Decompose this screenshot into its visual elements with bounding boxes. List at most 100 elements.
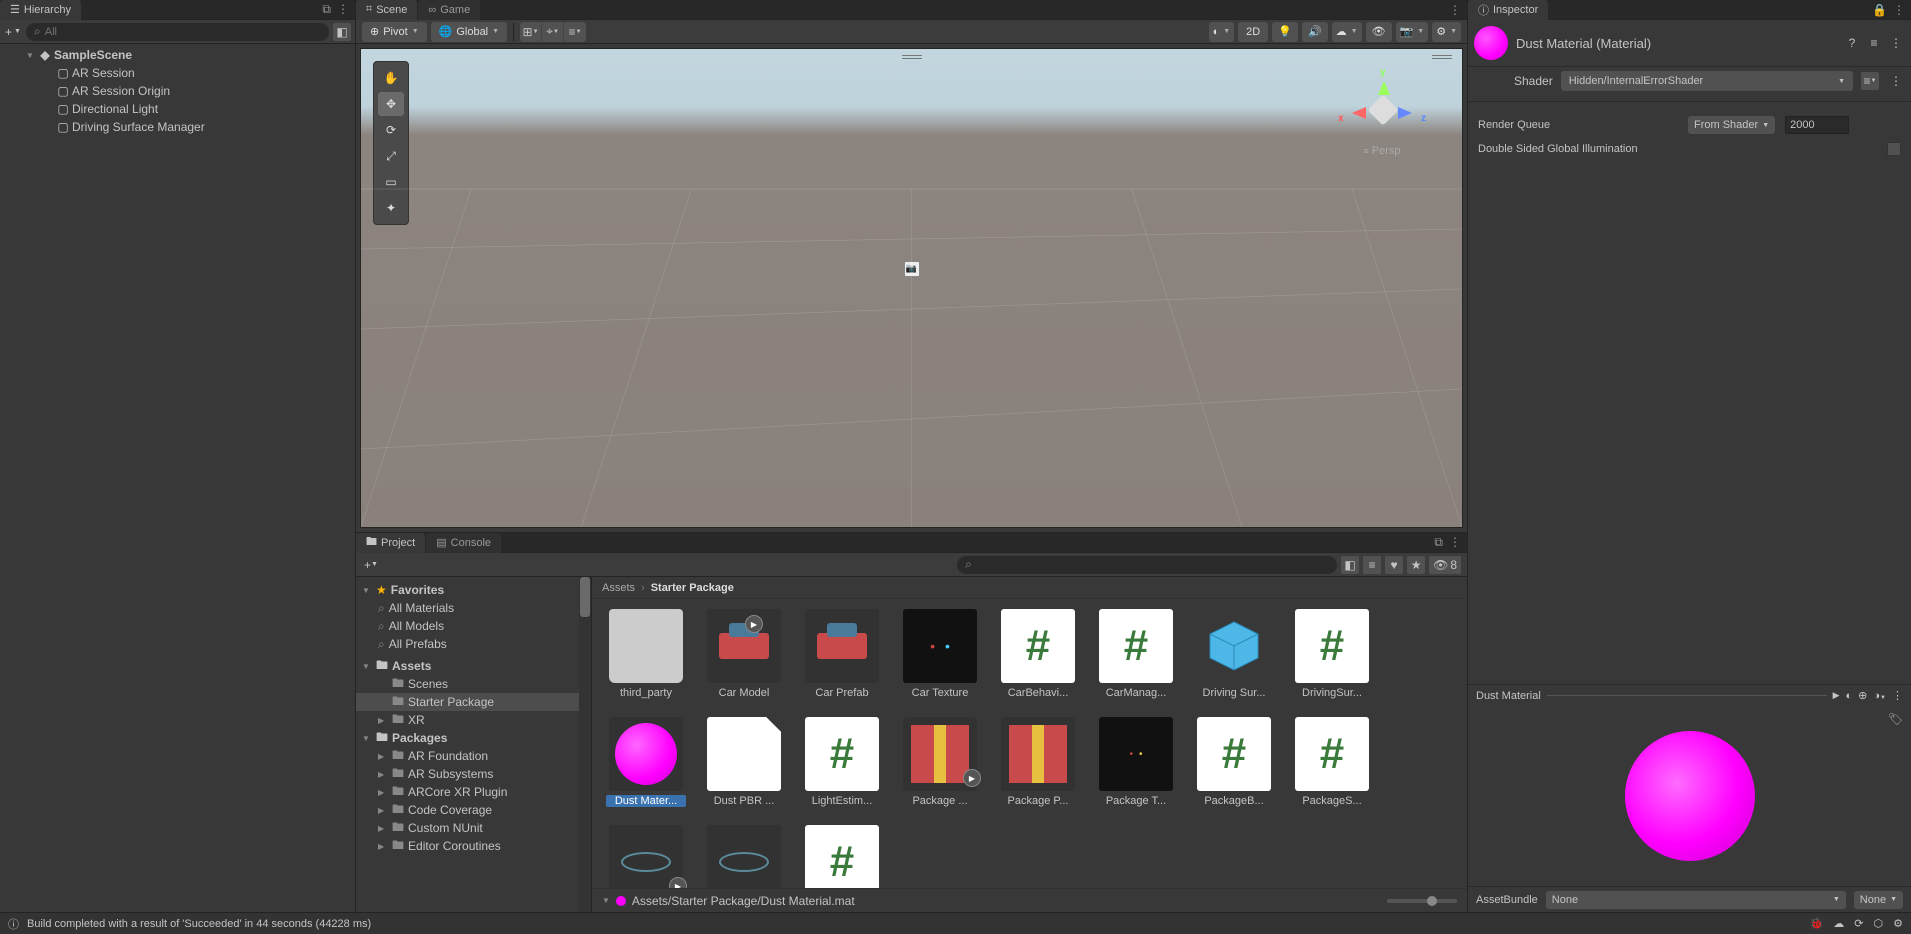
chevron-right-icon[interactable]: ▶: [378, 824, 388, 833]
shading-icon[interactable]: ◑▼: [1873, 690, 1886, 702]
popout-icon[interactable]: ⧉: [1434, 535, 1443, 550]
camera-toggle[interactable]: 📷▼: [1396, 22, 1429, 42]
asset-item[interactable]: #DrivingSur...: [1292, 609, 1372, 699]
status-icon[interactable]: 🐞: [1810, 917, 1824, 930]
snap-toggle[interactable]: ⌖▼: [542, 22, 564, 42]
more-icon[interactable]: ⋮: [1892, 689, 1903, 702]
tree-item[interactable]: 🖿Scenes: [356, 675, 591, 693]
asset-item[interactable]: Reticle Pre...: [704, 825, 784, 888]
gizmo-toggle[interactable]: ⚙▼: [1432, 22, 1461, 42]
project-search[interactable]: ⌕: [957, 556, 1337, 574]
preset-icon[interactable]: ≡: [1865, 34, 1883, 52]
scrollbar[interactable]: [579, 577, 591, 912]
favorite-item[interactable]: ⌕All Models: [356, 617, 591, 635]
asset-item[interactable]: #CarManag...: [1096, 609, 1176, 699]
projection-label[interactable]: ≡ Persp: [1342, 145, 1422, 157]
hidden-count[interactable]: 👁8: [1429, 556, 1461, 574]
scene-row[interactable]: ▼ ◆ SampleScene: [0, 46, 355, 64]
scene-tab[interactable]: ⌗ Scene: [356, 0, 417, 20]
favorite-search-icon[interactable]: ♥: [1385, 556, 1403, 574]
search-by-type[interactable]: ◧: [1341, 556, 1359, 574]
tree-item[interactable]: ▶🖿Editor Coroutines: [356, 837, 591, 855]
transform-tool[interactable]: ✦: [378, 196, 404, 220]
hand-tool[interactable]: ✋: [378, 66, 404, 90]
chevron-down-icon[interactable]: ▼: [602, 896, 610, 905]
scene-camera-icon[interactable]: 📷: [904, 261, 920, 277]
add-button[interactable]: + ▼: [362, 556, 380, 574]
add-button[interactable]: + ▼: [4, 23, 22, 41]
asset-item[interactable]: #PackageB...: [1194, 717, 1274, 807]
asset-item[interactable]: ▶Car Model: [704, 609, 784, 699]
chevron-down-icon[interactable]: ▼: [24, 51, 36, 60]
assetbundle-variant-dropdown[interactable]: None ▼: [1854, 891, 1903, 909]
drag-handle-icon[interactable]: [1432, 55, 1452, 59]
more-icon[interactable]: ⋮: [1893, 3, 1905, 17]
more-icon[interactable]: ⋮: [337, 2, 349, 17]
asset-item[interactable]: ••Car Texture: [900, 609, 980, 699]
increment-snap[interactable]: ≡▼: [564, 22, 586, 42]
tree-item[interactable]: ▶🖿Custom NUnit: [356, 819, 591, 837]
tree-item[interactable]: ▶🖿ARCore XR Plugin: [356, 783, 591, 801]
slider-handle[interactable]: [1427, 896, 1437, 906]
star-icon[interactable]: ★: [1407, 556, 1425, 574]
search-by-label[interactable]: ≡: [1363, 556, 1381, 574]
game-tab[interactable]: ∞ Game: [418, 0, 480, 20]
scene-view[interactable]: ✋ ✥ ⟳ ⤢ ▭ ✦ x y z ≡ Persp 📷: [360, 48, 1463, 528]
orientation-gizmo[interactable]: x y z ≡ Persp: [1342, 79, 1422, 157]
breadcrumb-current[interactable]: Starter Package: [651, 582, 734, 594]
asset-item[interactable]: ••Package T...: [1096, 717, 1176, 807]
asset-item[interactable]: #LightEstim...: [802, 717, 882, 807]
filter-icon[interactable]: ◧: [333, 23, 351, 41]
status-icon[interactable]: ☁: [1833, 917, 1844, 930]
asset-item[interactable]: third_party: [606, 609, 686, 699]
project-tree[interactable]: ▼ ★ Favorites ⌕All Materials⌕All Models⌕…: [356, 577, 592, 912]
pivot-dropdown[interactable]: ⊕ Pivot ▼: [362, 22, 427, 42]
chevron-right-icon[interactable]: ▶: [378, 770, 388, 779]
render-queue-input[interactable]: [1785, 116, 1849, 134]
chevron-right-icon[interactable]: ▶: [378, 716, 388, 725]
help-icon[interactable]: ?: [1843, 34, 1861, 52]
rotate-tool[interactable]: ⟳: [378, 118, 404, 142]
move-tool[interactable]: ✥: [378, 92, 404, 116]
lock-icon[interactable]: 🔒: [1872, 3, 1887, 17]
asset-item[interactable]: Dust PBR ...: [704, 717, 784, 807]
popout-icon[interactable]: ⧉: [322, 2, 331, 17]
favorites-section[interactable]: ▼ ★ Favorites: [356, 581, 591, 599]
favorite-item[interactable]: ⌕All Prefabs: [356, 635, 591, 653]
shader-menu-icon[interactable]: ≡▼: [1861, 72, 1879, 90]
asset-item[interactable]: Dust Mater...: [606, 717, 686, 807]
hierarchy-item[interactable]: ▢Driving Surface Manager: [0, 118, 355, 136]
asset-item[interactable]: Package P...: [998, 717, 1078, 807]
project-search-input[interactable]: [976, 559, 1329, 571]
scale-tool[interactable]: ⤢: [378, 144, 404, 168]
shading-mode[interactable]: ◐▼: [1209, 22, 1235, 42]
sphere-icon[interactable]: ◐: [1846, 690, 1853, 702]
inspector-tab[interactable]: ⓘ Inspector: [1468, 0, 1548, 20]
favorite-item[interactable]: ⌕All Materials: [356, 599, 591, 617]
zoom-slider[interactable]: [1387, 899, 1457, 903]
console-tab[interactable]: ▤ Console: [426, 533, 501, 553]
project-tab[interactable]: 🖿 Project: [356, 533, 425, 553]
hierarchy-list[interactable]: ▼ ◆ SampleScene ▢AR Session▢AR Session O…: [0, 44, 355, 912]
dsgi-checkbox[interactable]: [1887, 142, 1901, 156]
packages-section[interactable]: ▼ 🖿 Packages: [356, 729, 591, 747]
asset-item[interactable]: ▶Reticle Mo...: [606, 825, 686, 888]
tag-icon[interactable]: 🏷: [1888, 712, 1903, 726]
chevron-right-icon[interactable]: ▶: [378, 788, 388, 797]
hierarchy-item[interactable]: ▢Directional Light: [0, 100, 355, 118]
chevron-right-icon[interactable]: ▶: [378, 806, 388, 815]
render-queue-dropdown[interactable]: From Shader ▼: [1688, 116, 1775, 134]
hierarchy-item[interactable]: ▢AR Session: [0, 64, 355, 82]
2d-toggle[interactable]: 2D: [1238, 22, 1268, 42]
status-icon[interactable]: ⟳: [1854, 917, 1863, 930]
asset-item[interactable]: #ReticleBeh...: [802, 825, 882, 888]
fx-toggle[interactable]: ☁▼: [1332, 22, 1362, 42]
hierarchy-search-input[interactable]: [45, 26, 321, 38]
wireframe-icon[interactable]: ⊕: [1858, 689, 1867, 702]
shader-dropdown[interactable]: Hidden/InternalErrorShader ▼: [1561, 71, 1853, 91]
hierarchy-search[interactable]: ⌕: [26, 23, 329, 41]
preview-header[interactable]: Dust Material ▶ ◐ ⊕ ◑▼ ⋮: [1468, 684, 1911, 706]
chevron-down-icon[interactable]: ▼: [362, 734, 372, 743]
global-dropdown[interactable]: 🌐 Global ▼: [431, 22, 507, 42]
asset-grid[interactable]: third_party▶Car ModelCar Prefab••Car Tex…: [592, 599, 1467, 888]
